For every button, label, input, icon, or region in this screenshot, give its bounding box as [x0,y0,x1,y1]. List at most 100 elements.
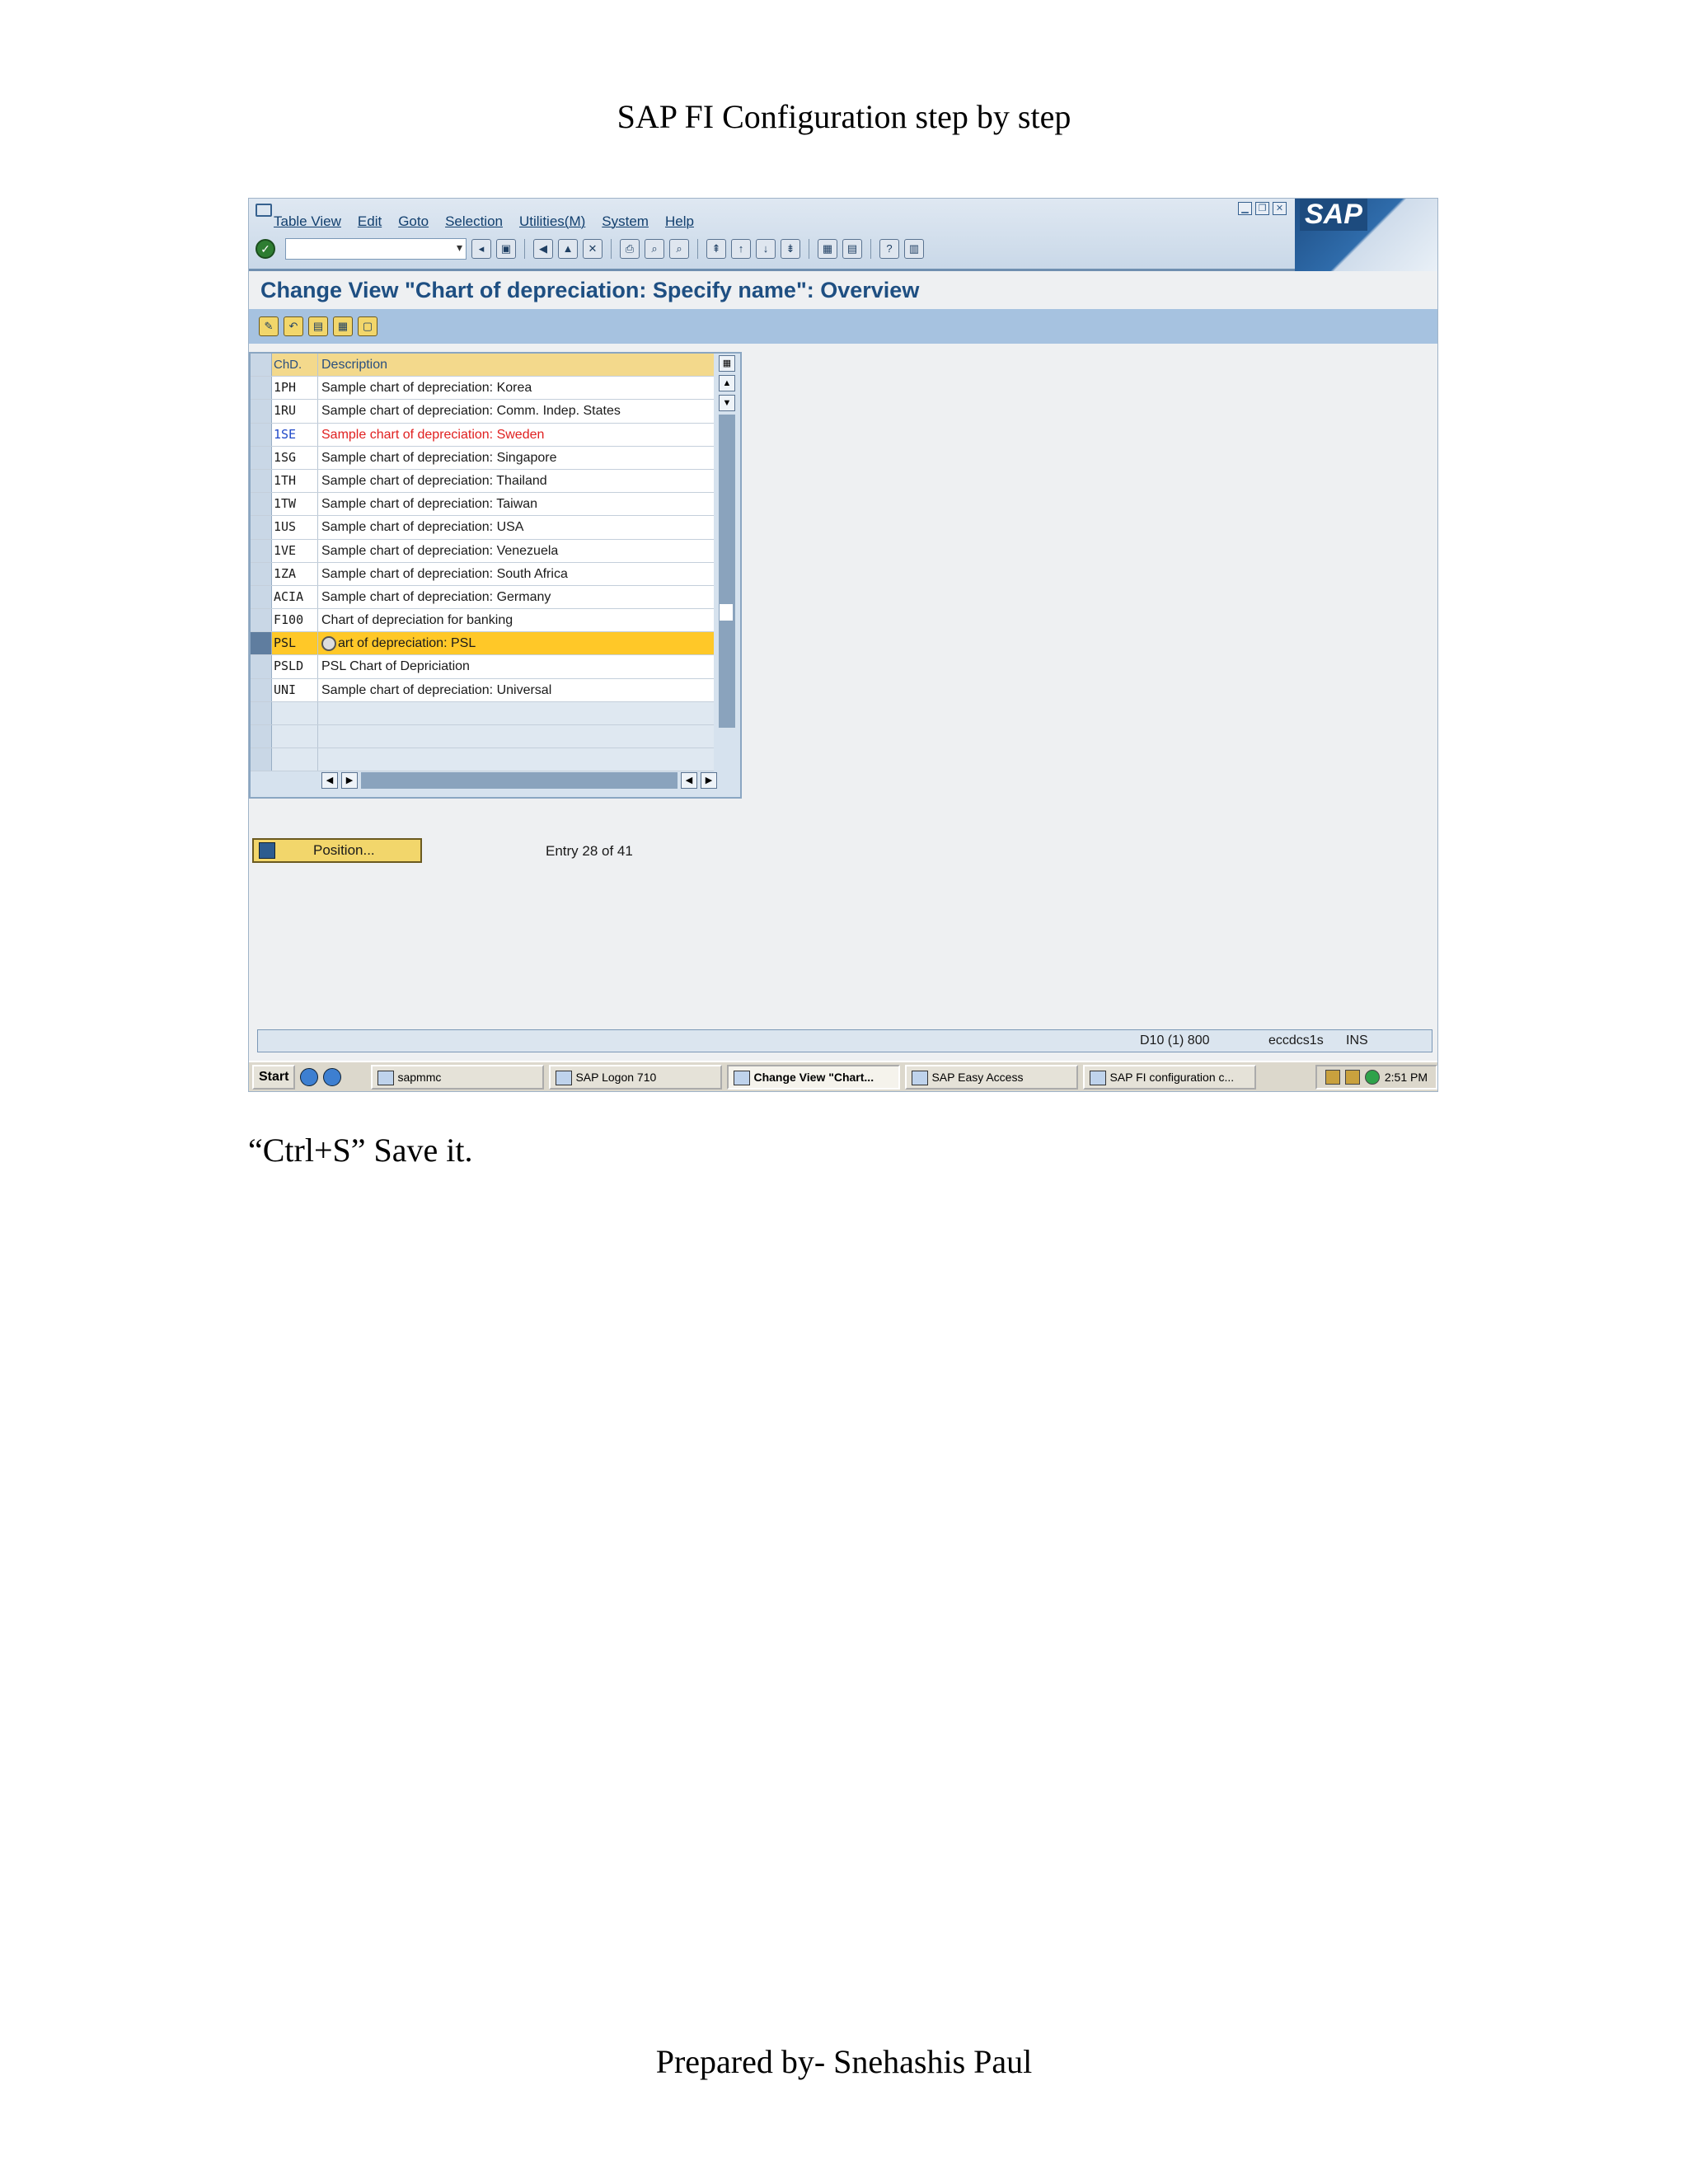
start-button[interactable]: Start [252,1065,296,1090]
chd-cell[interactable] [272,701,318,724]
column-header-chd[interactable]: ChD. [272,354,318,377]
tray-status-icon[interactable] [1364,1070,1380,1085]
description-cell[interactable] [318,748,714,771]
command-field[interactable] [285,238,467,260]
taskbar-item-sap-logon[interactable]: SAP Logon 710 [549,1065,723,1090]
desktop-icon[interactable] [300,1068,319,1086]
scroll-right-icon[interactable]: ▶ [341,772,358,789]
row-selector[interactable] [251,585,272,609]
row-selector[interactable] [251,678,272,701]
row-selector[interactable] [251,539,272,562]
table-row[interactable]: 1TW Sample chart of depreciation: Taiwan [251,493,714,517]
taskbar-item-sapmmc[interactable]: sapmmc [371,1065,545,1090]
insert-mode[interactable]: INS [1346,1032,1368,1050]
row-selector[interactable] [251,516,272,539]
menu-selection[interactable]: Selection [445,213,503,230]
close-icon[interactable]: ✕ [1273,202,1287,215]
exit-icon[interactable]: ▲ [558,239,578,259]
select-block-icon[interactable]: ▦ [333,316,353,336]
taskbar-item-change-view[interactable]: Change View "Chart... [727,1065,901,1090]
row-selector[interactable] [251,400,272,423]
maximize-icon[interactable]: ❐ [1255,202,1269,215]
enter-check-icon[interactable]: ✓ [256,239,275,259]
chd-cell[interactable] [272,748,318,771]
description-cell[interactable] [318,702,714,724]
row-selector[interactable] [251,562,272,585]
taskbar-item-word-document[interactable]: SAP FI configuration c... [1083,1065,1257,1090]
position-button[interactable]: Position... [252,838,422,863]
table-row-empty[interactable] [251,748,714,772]
column-settings-icon[interactable]: ▦ [719,355,735,372]
scroll-right-icon[interactable]: ▶ [701,772,717,789]
table-row[interactable]: 1SE Sample chart of depreciation: Sweden [251,423,714,447]
scroll-up-icon[interactable]: ▲ [719,375,735,391]
row-selector[interactable] [251,423,272,446]
row-selector[interactable] [251,701,272,724]
table-row[interactable]: F100 Chart of depreciation for banking [251,609,714,633]
help-icon[interactable]: ? [879,239,899,259]
table-row[interactable]: 1VE Sample chart of depreciation: Venezu… [251,539,714,563]
browser-icon[interactable] [323,1068,342,1086]
scroll-track[interactable] [719,415,735,728]
cancel-icon[interactable]: ✕ [583,239,603,259]
description-cell[interactable] [318,725,714,748]
tray-folder-icon[interactable] [1325,1070,1340,1085]
row-selector[interactable] [251,632,272,655]
table-row[interactable]: 1PH Sample chart of depreciation: Korea [251,377,714,401]
layout-menu-icon[interactable]: ▥ [904,239,924,259]
select-all-icon[interactable]: ▤ [308,316,328,336]
find-icon[interactable]: ⌕ [645,239,664,259]
row-selector[interactable] [251,748,272,771]
menu-system[interactable]: System [602,213,649,230]
system-info[interactable]: D10 (1) 800 [1140,1032,1210,1050]
menu-edit[interactable]: Edit [358,213,382,230]
menu-help[interactable]: Help [665,213,694,230]
select-all-cell[interactable] [251,354,272,377]
shortcut-icon[interactable]: ▤ [842,239,862,259]
row-selector[interactable] [251,655,272,678]
previous-page-icon[interactable]: ↑ [731,239,751,259]
column-header-description[interactable]: Description [318,354,714,376]
table-row-empty[interactable] [251,701,714,725]
change-display-icon[interactable]: ✎ [259,316,279,336]
scroll-left-icon[interactable]: ◀ [321,772,338,789]
table-row[interactable]: ACIA Sample chart of depreciation: Germa… [251,585,714,610]
horizontal-scrollbar[interactable]: ◀ ▶ ◀ ▶ [321,771,717,790]
table-row-selected[interactable]: PSL art of depreciation: PSL [251,632,714,656]
new-session-icon[interactable]: ▦ [818,239,837,259]
table-row[interactable]: UNI Sample chart of depreciation: Univer… [251,678,714,702]
chd-cell[interactable] [272,725,318,748]
horizontal-scroll-track[interactable] [361,772,678,789]
taskbar-item-sap-easy-access[interactable]: SAP Easy Access [905,1065,1079,1090]
last-page-icon[interactable]: ⇟ [781,239,800,259]
row-selector[interactable] [251,609,272,632]
table-row[interactable]: 1ZA Sample chart of depreciation: South … [251,562,714,586]
table-row[interactable]: 1RU Sample chart of depreciation: Comm. … [251,400,714,424]
menu-utilities[interactable]: Utilities(M) [519,213,585,230]
table-row[interactable]: 1US Sample chart of depreciation: USA [251,516,714,540]
deselect-all-icon[interactable]: ▢ [358,316,377,336]
first-page-icon[interactable]: ⇞ [706,239,726,259]
scroll-thumb[interactable] [720,604,733,621]
minimize-icon[interactable]: ▁ [1238,202,1252,215]
row-selector[interactable] [251,725,272,748]
chd-cell[interactable]: PSL [272,632,318,655]
menu-goto[interactable]: Goto [398,213,429,230]
vertical-scrollbar[interactable]: ▦ ▲ ▼ [719,355,737,767]
row-selector[interactable] [251,377,272,400]
description-cell[interactable]: art of depreciation: PSL [318,632,714,654]
table-row[interactable]: 1SG Sample chart of depreciation: Singap… [251,446,714,470]
scroll-left-icon[interactable]: ◀ [681,772,697,789]
back-icon[interactable]: ◀ [533,239,553,259]
undo-icon[interactable]: ↶ [284,316,303,336]
find-next-icon[interactable]: ⌕ [669,239,689,259]
print-icon[interactable]: ⎙ [620,239,640,259]
back-arrow-icon[interactable]: ◂ [471,239,491,259]
tray-warning-icon[interactable] [1344,1070,1360,1085]
save-icon[interactable]: ▣ [496,239,516,259]
window-menu-icon[interactable] [256,204,272,217]
table-row-empty[interactable] [251,725,714,749]
table-row[interactable]: PSLD PSL Chart of Depriciation [251,655,714,679]
menu-table-view[interactable]: Table View [274,213,341,230]
row-selector[interactable] [251,493,272,516]
